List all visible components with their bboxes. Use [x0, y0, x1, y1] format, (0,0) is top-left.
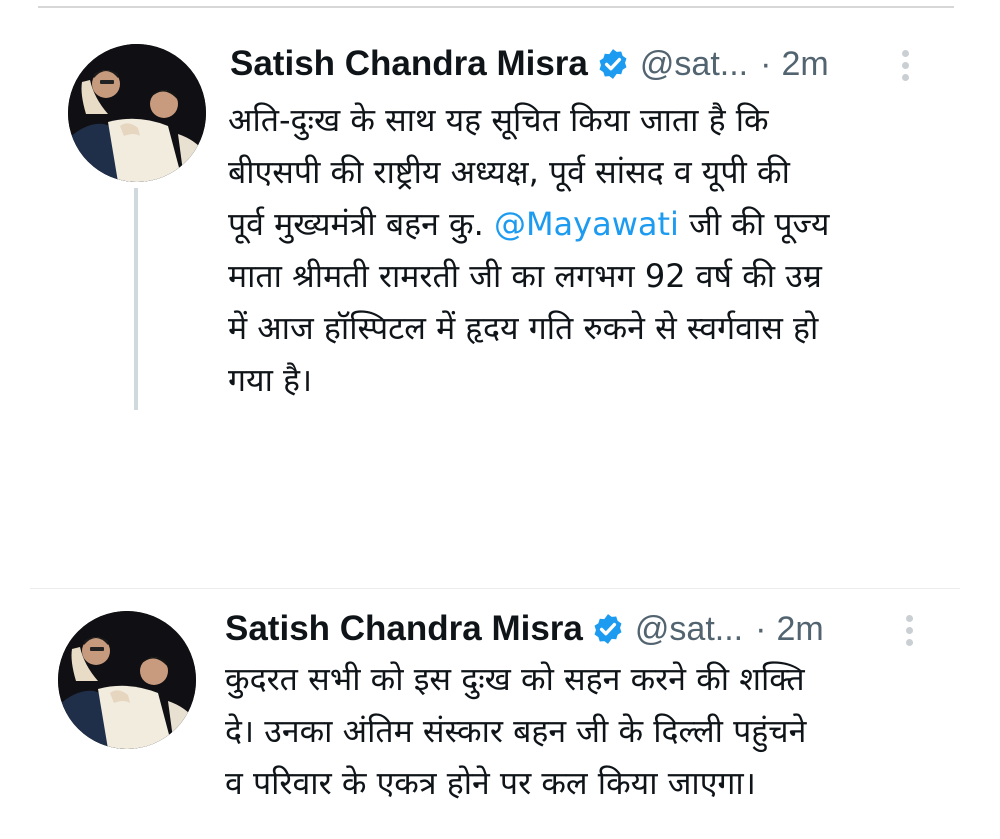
text-segment: जी की पूज्य: [678, 205, 830, 243]
verified-badge-icon: [594, 614, 622, 644]
text-segment: अति-दुःख के साथ यह सूचित किया जाता है कि: [228, 101, 769, 139]
tweet-header: Satish Chandra Misra @sat... · 2m: [230, 44, 829, 84]
tweet-card[interactable]: Satish Chandra Misra @sat... · 2m कुदरत …: [30, 588, 960, 837]
tweet-text: अति-दुःख के साथ यह सूचित किया जाता है कि…: [228, 94, 928, 406]
timestamp[interactable]: 2m: [776, 610, 823, 649]
tweet-text-line: कुदरत सभी को इस दुःख को सहन करने की शक्त…: [225, 653, 925, 705]
avatar-photo: [68, 44, 206, 182]
text-segment: व परिवार के एकत्र होने पर कल किया जाएगा।: [225, 764, 756, 802]
tweet-text-line: अति-दुःख के साथ यह सूचित किया जाता है कि: [228, 94, 928, 146]
more-options-icon[interactable]: [900, 50, 910, 86]
verified-badge-icon: [599, 49, 627, 79]
tweet-text-line: व परिवार के एकत्र होने पर कल किया जाएगा।: [225, 757, 925, 809]
mention-link[interactable]: @Mayawati: [494, 205, 679, 243]
avatar-photo: [58, 611, 196, 749]
separator-dot: ·: [760, 44, 772, 83]
tweet-text-line: माता श्रीमती रामरती जी का लगभग 92 वर्ष क…: [228, 250, 928, 302]
thread-line: [134, 188, 138, 410]
avatar[interactable]: [58, 611, 196, 749]
author-name[interactable]: Satish Chandra Misra: [225, 609, 583, 649]
text-segment: बीएसपी की राष्ट्रीय अध्यक्ष, पूर्व सांसद…: [228, 153, 790, 191]
text-segment: दे। उनका अंतिम संस्कार बहन जी के दिल्ली …: [225, 712, 807, 750]
text-segment: गया है।: [228, 361, 313, 399]
text-segment: माता श्रीमती रामरती जी का लगभग 92 वर्ष क…: [228, 257, 822, 295]
author-name[interactable]: Satish Chandra Misra: [230, 44, 588, 84]
tweet-text-line: में आज हॉस्पिटल में हृदय गति रुकने से स्…: [228, 302, 928, 354]
tweet-text-line: बीएसपी की राष्ट्रीय अध्यक्ष, पूर्व सांसद…: [228, 146, 928, 198]
text-segment: कुदरत सभी को इस दुःख को सहन करने की शक्त…: [225, 660, 805, 698]
more-options-icon[interactable]: [904, 615, 914, 651]
tweet-header: Satish Chandra Misra @sat... · 2m: [225, 609, 824, 649]
author-handle[interactable]: @sat...: [635, 610, 743, 649]
tweet-card[interactable]: Satish Chandra Misra @sat... · 2m अति-दु…: [38, 6, 954, 410]
text-segment: पूर्व मुख्यमंत्री बहन कु.: [228, 205, 494, 243]
author-handle[interactable]: @sat...: [640, 45, 748, 84]
tweet-text-line: गया है।: [228, 354, 928, 406]
separator-dot: ·: [755, 609, 767, 648]
tweet-text-line: दे। उनका अंतिम संस्कार बहन जी के दिल्ली …: [225, 705, 925, 757]
timestamp[interactable]: 2m: [781, 45, 828, 84]
tweet-text-line: पूर्व मुख्यमंत्री बहन कु. @Mayawati जी क…: [228, 198, 928, 250]
tweet-text: कुदरत सभी को इस दुःख को सहन करने की शक्त…: [225, 653, 925, 809]
text-segment: में आज हॉस्पिटल में हृदय गति रुकने से स्…: [228, 309, 819, 347]
avatar[interactable]: [68, 44, 206, 182]
